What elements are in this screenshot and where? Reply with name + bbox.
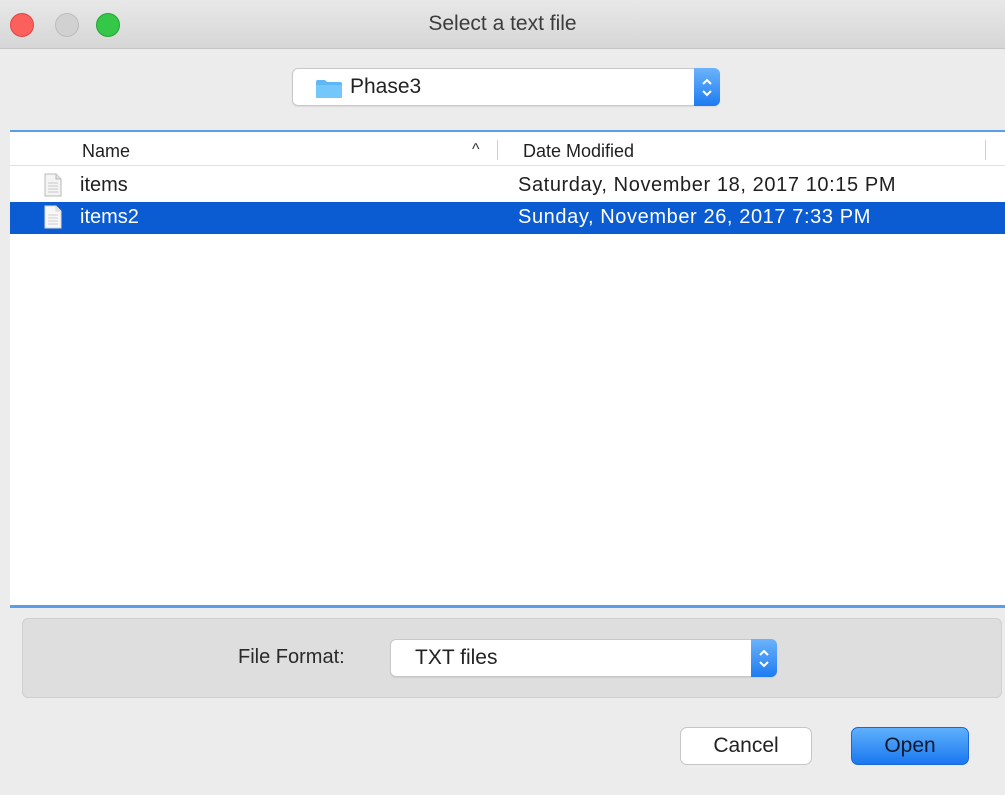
text-file-icon — [44, 173, 62, 197]
sort-ascending-icon: ^ — [472, 141, 480, 158]
text-file-icon — [44, 205, 62, 229]
column-divider[interactable] — [497, 140, 498, 160]
stepper-icon — [751, 639, 777, 677]
file-row-items[interactable]: items Saturday, November 18, 2017 10:15 … — [10, 170, 1005, 202]
file-browser: Name ^ Date Modified items Saturday, Nov… — [10, 130, 1005, 608]
file-format-panel: File Format: TXT files — [22, 618, 1002, 698]
column-name-header[interactable]: Name — [82, 141, 130, 162]
column-date-header[interactable]: Date Modified — [523, 141, 634, 162]
file-format-dropdown[interactable]: TXT files — [390, 639, 777, 677]
stepper-icon — [694, 68, 720, 106]
cancel-button[interactable]: Cancel — [680, 727, 812, 765]
file-name: items2 — [80, 206, 139, 228]
open-button[interactable]: Open — [851, 727, 969, 765]
file-date: Saturday, November 18, 2017 10:15 PM — [518, 174, 897, 196]
location-dropdown[interactable]: Phase3 — [292, 68, 720, 106]
file-name: items — [80, 174, 128, 196]
window-title: Select a text file — [428, 12, 577, 35]
folder-icon — [316, 80, 342, 98]
column-divider[interactable] — [985, 140, 986, 160]
column-header: Name ^ Date Modified — [10, 132, 1005, 166]
file-format-value: TXT files — [415, 646, 498, 669]
file-date: Sunday, November 26, 2017 7:33 PM — [518, 206, 871, 228]
file-row-items2[interactable]: items2 Sunday, November 26, 2017 7:33 PM — [10, 202, 1005, 234]
file-format-label: File Format: — [238, 646, 345, 668]
location-label: Phase3 — [350, 75, 422, 98]
title-bar: Select a text file — [0, 0, 1005, 49]
